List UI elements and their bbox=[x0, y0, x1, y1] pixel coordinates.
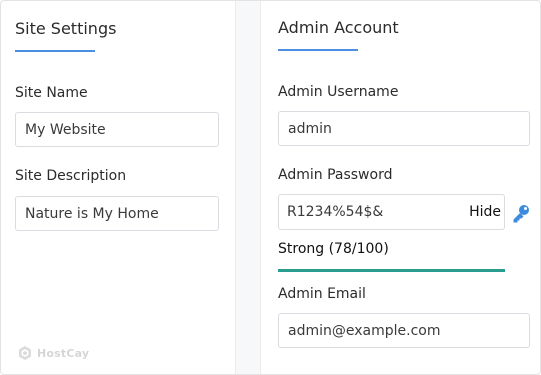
admin-username-label: Admin Username bbox=[278, 84, 399, 100]
column-divider bbox=[235, 1, 261, 374]
key-icon[interactable] bbox=[511, 203, 531, 223]
admin-email-label: Admin Email bbox=[278, 286, 366, 302]
hide-password-button[interactable]: Hide bbox=[469, 204, 501, 220]
admin-username-input[interactable] bbox=[278, 111, 530, 146]
admin-account-underline bbox=[278, 49, 358, 51]
installer-settings-panel: Site Settings Site Name Site Description… bbox=[0, 0, 541, 375]
admin-password-input[interactable] bbox=[279, 195, 464, 229]
site-name-label: Site Name bbox=[15, 85, 88, 101]
site-description-label: Site Description bbox=[15, 168, 127, 184]
password-strength-meter bbox=[278, 269, 505, 272]
password-strength-text: Strong (78/100) bbox=[278, 241, 389, 257]
site-name-input[interactable] bbox=[15, 112, 219, 147]
admin-account-heading: Admin Account bbox=[278, 18, 399, 37]
hostcay-watermark: HostCay bbox=[17, 344, 89, 362]
admin-password-label: Admin Password bbox=[278, 167, 393, 183]
password-strength-fill bbox=[278, 269, 505, 272]
admin-password-field: Hide bbox=[278, 194, 505, 230]
site-settings-underline bbox=[15, 50, 95, 52]
watermark-text: HostCay bbox=[37, 346, 90, 360]
admin-email-input[interactable] bbox=[278, 313, 530, 348]
site-settings-heading: Site Settings bbox=[15, 19, 117, 38]
hostcay-logo-icon bbox=[19, 346, 31, 360]
site-description-input[interactable] bbox=[15, 196, 219, 231]
